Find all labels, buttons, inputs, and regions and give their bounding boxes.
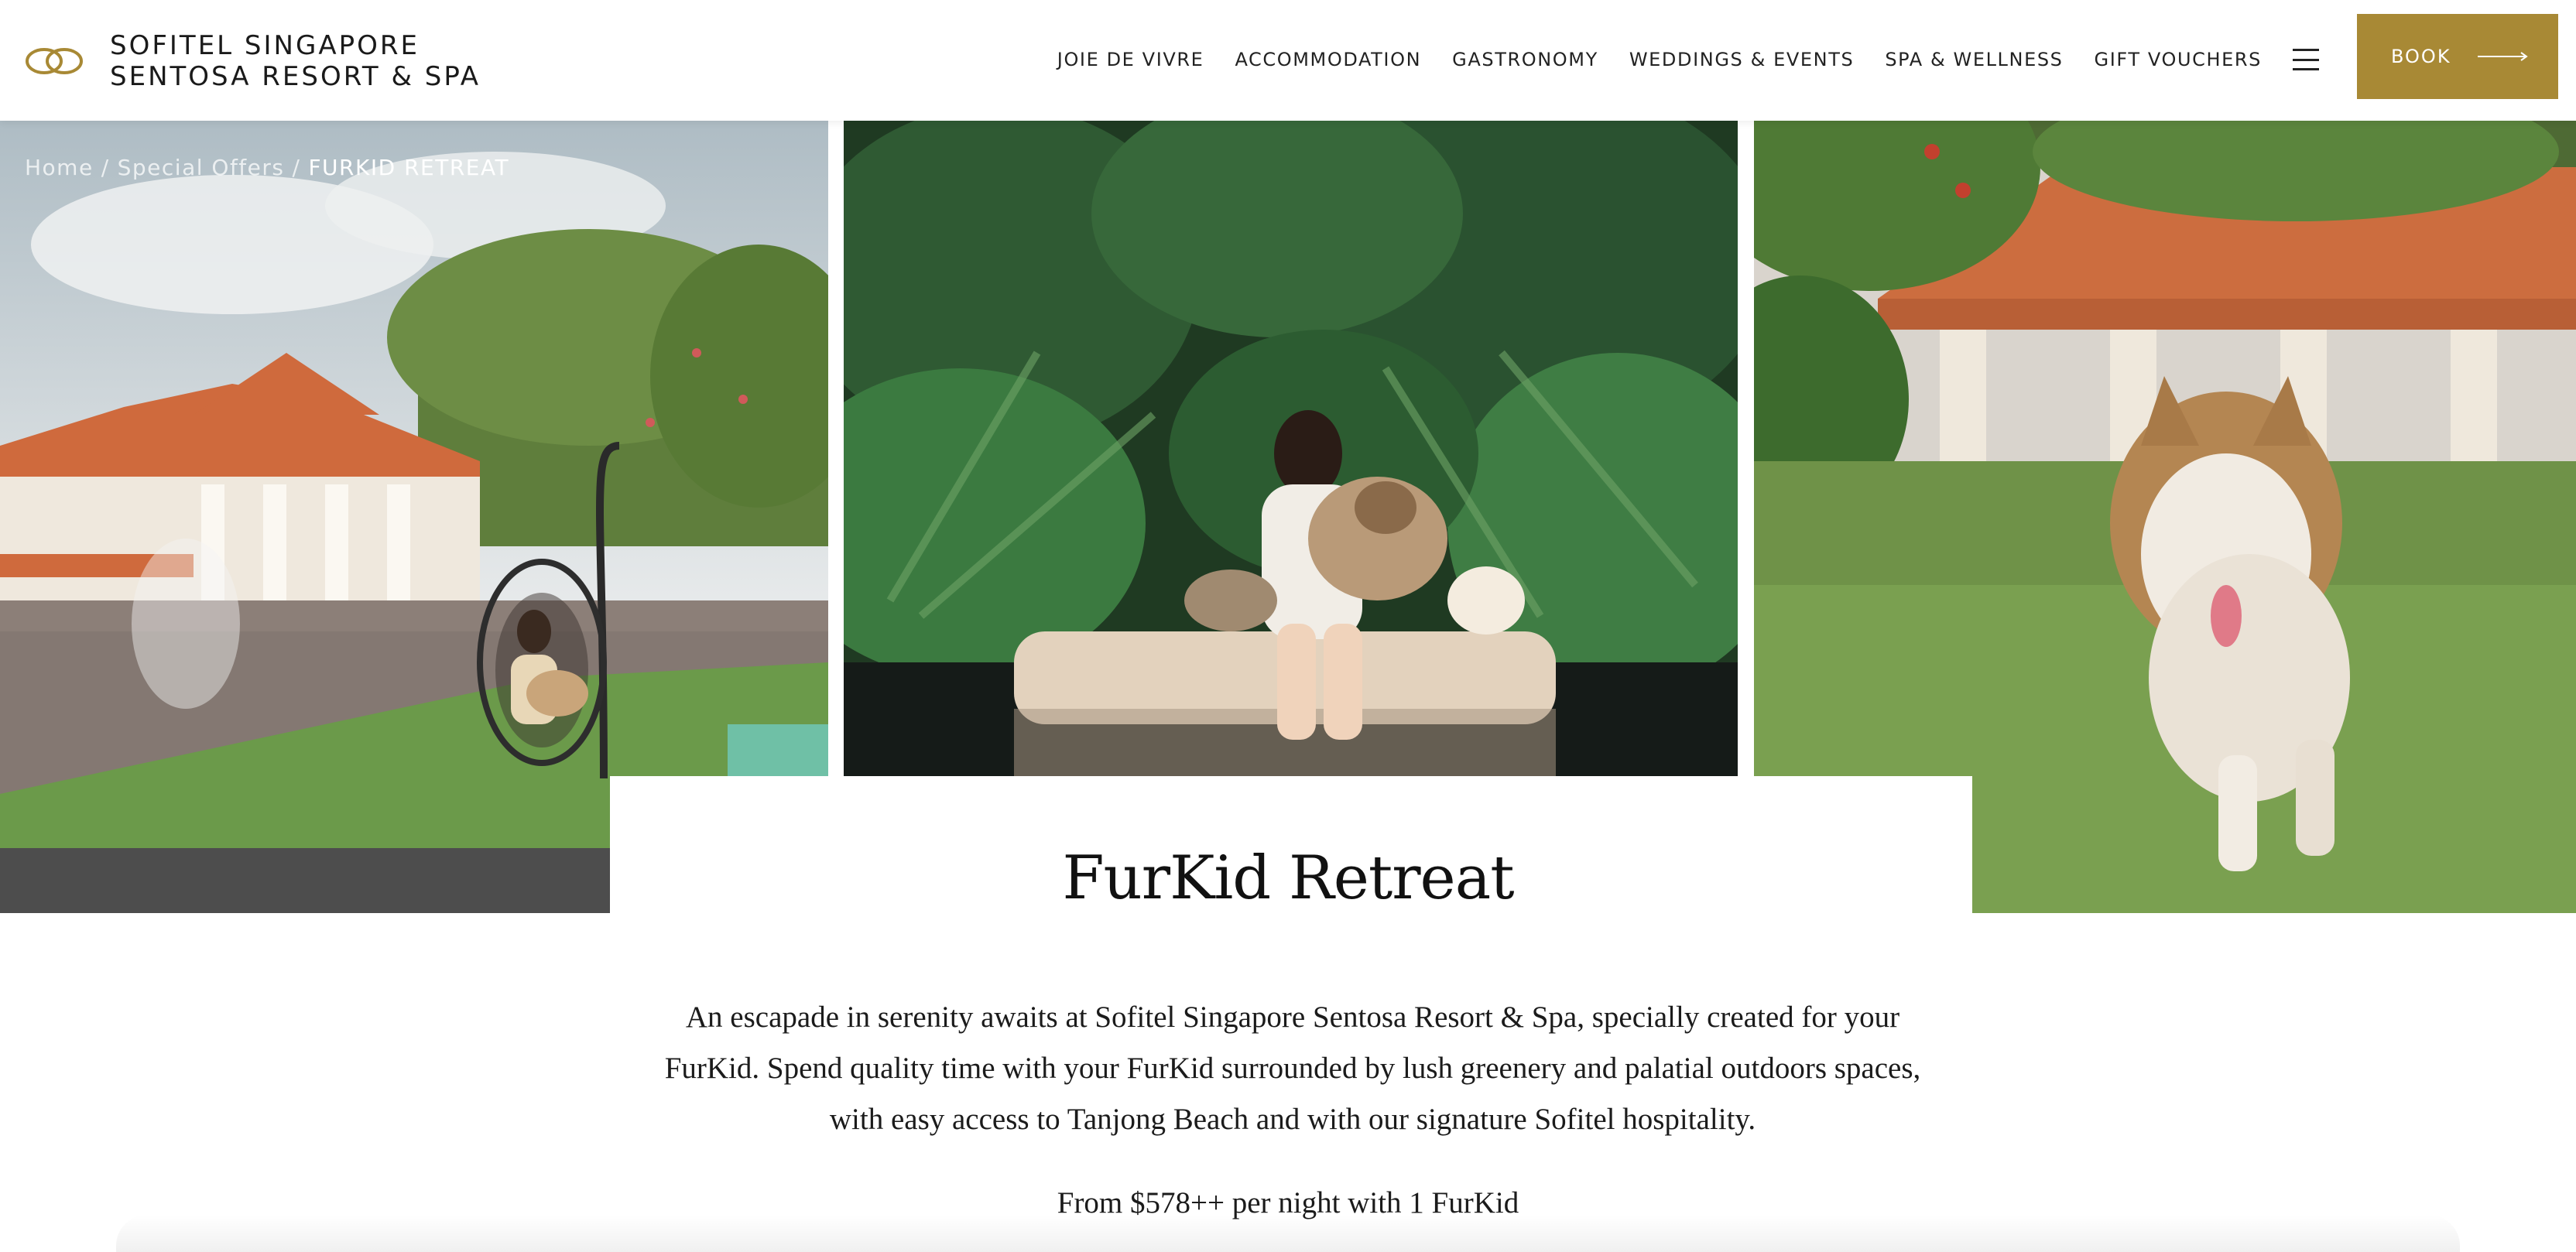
sofitel-logo-icon <box>26 48 83 74</box>
nav-accommodation[interactable]: ACCOMMODATION <box>1235 49 1421 70</box>
nav-weddings-events[interactable]: WEDDINGS & EVENTS <box>1629 49 1855 70</box>
main-nav: JOIE DE VIVRE ACCOMMODATION GASTRONOMY W… <box>1057 40 2358 79</box>
content-card-shadow <box>116 1215 2460 1252</box>
hotel-logo[interactable]: SOFITEL SINGAPORE SENTOSA RESORT & SPA <box>23 28 481 94</box>
hero-photo-woman-with-dog <box>844 121 1738 777</box>
breadcrumb-home[interactable]: Home <box>25 155 94 180</box>
breadcrumb-special-offers[interactable]: Special Offers <box>118 155 285 180</box>
nav-joie-de-vivre[interactable]: JOIE DE VIVRE <box>1057 49 1204 70</box>
hamburger-menu-icon[interactable] <box>2293 49 2319 70</box>
nav-gastronomy[interactable]: GASTRONOMY <box>1452 49 1598 70</box>
page-title: FurKid Retreat <box>1062 843 1514 913</box>
hotel-name-line2: SENTOSA RESORT & SPA <box>110 61 481 92</box>
nav-spa-wellness[interactable]: SPA & WELLNESS <box>1885 49 2063 70</box>
hotel-name: SOFITEL SINGAPORE SENTOSA RESORT & SPA <box>110 30 481 92</box>
hotel-name-line1: SOFITEL SINGAPORE <box>110 30 420 61</box>
breadcrumb-separator: / <box>101 155 110 180</box>
nav-gift-vouchers[interactable]: GIFT VOUCHERS <box>2095 49 2262 70</box>
breadcrumb-current: FURKID RETREAT <box>308 155 510 180</box>
site-header: SOFITEL SINGAPORE SENTOSA RESORT & SPA J… <box>0 0 2576 121</box>
offer-description: An escapade in serenity awaits at Sofite… <box>664 1001 1921 1136</box>
book-button-label: BOOK <box>2391 46 2451 67</box>
book-button[interactable]: BOOK <box>2357 14 2558 99</box>
breadcrumb-separator: / <box>292 155 301 180</box>
arrow-right-icon <box>2477 52 2528 61</box>
breadcrumb: Home / Special Offers / FURKID RETREAT <box>25 155 509 180</box>
